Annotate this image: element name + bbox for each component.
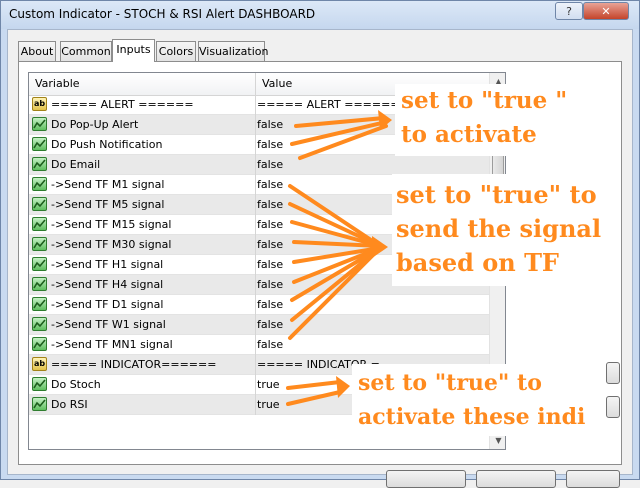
chart-icon — [32, 117, 47, 131]
tab-label: Visualization — [199, 45, 269, 58]
variable-value[interactable]: false — [257, 295, 283, 314]
chart-icon — [32, 137, 47, 151]
variable-value[interactable]: false — [257, 215, 283, 234]
chart-icon — [32, 237, 47, 251]
variable-name: ->Send TF M30 signal — [51, 238, 172, 251]
variable-name: Do Email — [51, 158, 101, 171]
variable-value[interactable]: false — [257, 235, 283, 254]
chart-icon — [32, 297, 47, 311]
chart-icon — [32, 317, 47, 331]
tab-colors[interactable]: Colors — [156, 41, 196, 61]
annotation-tf-line-3: based on TF — [396, 248, 559, 277]
close-icon: ✕ — [601, 4, 611, 18]
variable-value[interactable]: false — [257, 335, 283, 354]
variable-name: Do RSI — [51, 398, 88, 411]
table-row[interactable]: ->Send TF MN1 signal false — [29, 335, 489, 355]
annotation-indicator-line-2: activate these indi — [358, 404, 586, 430]
chart-icon — [32, 377, 47, 391]
variable-name: ->Send TF MN1 signal — [51, 338, 173, 351]
tab-label: Common — [61, 45, 111, 58]
column-separator — [255, 215, 256, 235]
variable-name: ->Send TF H4 signal — [51, 278, 164, 291]
ab-icon: ab — [32, 357, 47, 371]
annotation-tf-line-2: send the signal — [396, 214, 602, 243]
variable-name: Do Stoch — [51, 378, 101, 391]
column-separator — [255, 195, 256, 215]
column-separator — [255, 335, 256, 355]
variable-name: ->Send TF M5 signal — [51, 198, 165, 211]
dialog-button-right[interactable] — [566, 470, 620, 488]
variable-name: ->Send TF H1 signal — [51, 258, 164, 271]
tab-label: About — [20, 45, 54, 58]
side-button-upper[interactable] — [606, 362, 620, 384]
dialog-button-middle[interactable] — [476, 470, 556, 488]
side-button-lower[interactable] — [606, 396, 620, 418]
variable-value[interactable]: false — [257, 195, 283, 214]
column-separator — [255, 295, 256, 315]
variable-value[interactable]: ===== ALERT ====== — [257, 95, 400, 114]
column-separator — [255, 395, 256, 415]
table-row[interactable]: ->Send TF W1 signal false — [29, 315, 489, 335]
variable-name: ->Send TF W1 signal — [51, 318, 166, 331]
table-row[interactable]: ->Send TF D1 signal false — [29, 295, 489, 315]
annotation-indicator: set to "true" to activate these indi — [352, 364, 606, 436]
annotation-tf-line-1: set to "true" to — [396, 180, 597, 209]
variable-value[interactable]: true — [257, 375, 280, 394]
column-separator — [255, 155, 256, 175]
variable-name: ->Send TF M15 signal — [51, 218, 172, 231]
variable-value[interactable]: false — [257, 155, 283, 174]
tab-visualization[interactable]: Visualization — [198, 41, 269, 61]
annotation-tf: set to "true" to send the signal based o… — [392, 174, 602, 286]
help-icon: ? — [566, 4, 572, 18]
variable-value[interactable]: false — [257, 175, 283, 194]
annotation-alert-line-1: set to "true " — [401, 87, 568, 114]
dialog-button-left[interactable] — [386, 470, 466, 488]
chart-icon — [32, 257, 47, 271]
table-row[interactable]: Do Email false — [29, 155, 489, 175]
help-button[interactable]: ? — [555, 2, 583, 20]
variable-value[interactable]: false — [257, 255, 283, 274]
variable-value[interactable]: false — [257, 315, 283, 334]
chart-icon — [32, 337, 47, 351]
column-separator — [255, 275, 256, 295]
column-separator — [255, 315, 256, 335]
tab-label: Colors — [158, 45, 194, 58]
column-separator — [255, 135, 256, 155]
column-separator — [255, 175, 256, 195]
tab-label: Inputs — [116, 43, 151, 56]
chart-icon — [32, 217, 47, 231]
variable-value[interactable]: true — [257, 395, 280, 414]
variable-name: Do Pop-Up Alert — [51, 118, 139, 131]
variable-name: ->Send TF D1 signal — [51, 298, 164, 311]
annotation-alert: set to "true " to activate — [395, 84, 568, 156]
tab-inputs[interactable]: Inputs — [112, 39, 155, 62]
window-title: Custom Indicator - STOCH & RSI Alert DAS… — [9, 7, 316, 21]
column-separator — [255, 375, 256, 395]
variable-value[interactable]: false — [257, 275, 283, 294]
variable-name: Do Push Notification — [51, 138, 163, 151]
variable-name: ->Send TF M1 signal — [51, 178, 165, 191]
column-separator — [255, 235, 256, 255]
chart-icon — [32, 197, 47, 211]
tab-about[interactable]: About — [18, 41, 56, 61]
column-header-variable[interactable]: Variable — [29, 73, 256, 95]
column-separator — [255, 115, 256, 135]
column-separator — [255, 355, 256, 375]
chart-icon — [32, 397, 47, 411]
variable-value[interactable]: false — [257, 135, 283, 154]
annotation-indicator-line-1: set to "true" to — [358, 370, 542, 396]
variable-name: ===== ALERT ====== — [51, 98, 194, 111]
tab-common[interactable]: Common — [60, 41, 112, 61]
chart-icon — [32, 177, 47, 191]
annotation-alert-line-2: to activate — [401, 121, 537, 148]
ab-icon: ab — [32, 97, 47, 111]
close-button[interactable]: ✕ — [583, 2, 629, 20]
variable-name: ===== INDICATOR====== — [51, 358, 217, 371]
chart-icon — [32, 277, 47, 291]
column-separator — [255, 255, 256, 275]
column-separator — [255, 95, 256, 115]
variable-value[interactable]: false — [257, 115, 283, 134]
title-bar: Custom Indicator - STOCH & RSI Alert DAS… — [1, 1, 639, 29]
chart-icon — [32, 157, 47, 171]
